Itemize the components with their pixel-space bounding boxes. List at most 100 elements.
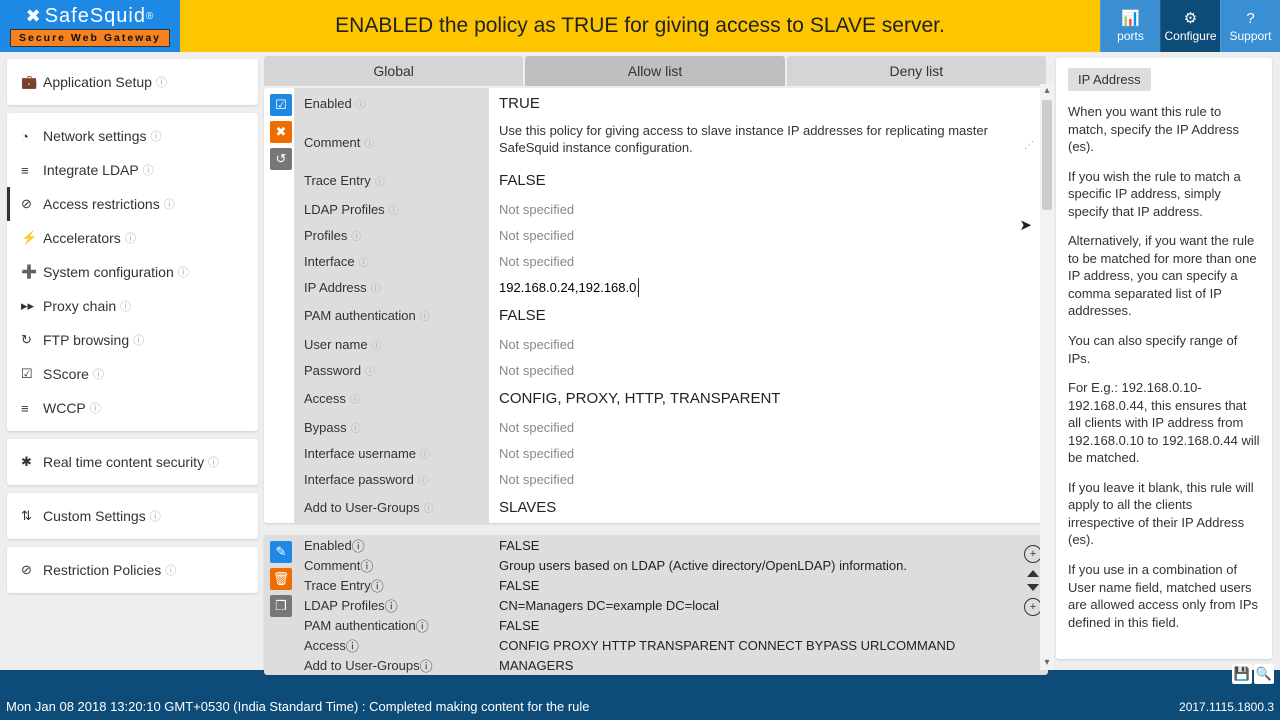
info-icon: ⓘ xyxy=(150,128,161,144)
resize-grip-icon[interactable]: ⋰ xyxy=(1024,140,1034,151)
delete-button[interactable]: 🗑 xyxy=(270,568,292,590)
info-icon: ⓘ xyxy=(125,230,136,246)
field-value-trace[interactable]: FALSE xyxy=(489,165,1048,196)
nav-configure[interactable]: ⚙Configure xyxy=(1160,0,1220,52)
revert-button[interactable]: ↺ xyxy=(270,148,292,170)
chart-icon: 📊 xyxy=(1121,9,1140,27)
info-icon: ⓘ xyxy=(351,228,361,243)
sidebar-item-5[interactable]: ▸▸Proxy chainⓘ xyxy=(7,289,258,323)
rule-collapsed: ✎ 🗑 ❐ Enabled ⓘComment ⓘTrace Entry ⓘLDA… xyxy=(264,535,1048,675)
sliders-icon: ⇅ xyxy=(21,508,43,524)
field-label-bypass: Bypassⓘ xyxy=(294,414,371,440)
sidebar: 💼Application Setupⓘ ◔Network settingsⓘ≡I… xyxy=(0,52,258,670)
field-label-pam: PAM authenticationⓘ xyxy=(294,300,440,331)
info-icon: ⓘ xyxy=(178,264,189,280)
info-icon: ⓘ xyxy=(389,202,399,217)
save-icon[interactable]: 💾 xyxy=(1232,664,1252,684)
field2-label-ldap: LDAP Profiles ⓘ xyxy=(294,595,489,615)
sidebar-item-custom[interactable]: ⇅Custom Settingsⓘ xyxy=(7,499,258,533)
ip-input[interactable] xyxy=(499,278,639,297)
sidebar-item-1[interactable]: ≡Integrate LDAPⓘ xyxy=(7,153,258,187)
nav-ports[interactable]: 📊ports xyxy=(1100,0,1160,52)
help-icon: ? xyxy=(1246,10,1254,27)
status-text: Mon Jan 08 2018 13:20:10 GMT+0530 (India… xyxy=(6,699,590,714)
field-value-pam[interactable]: FALSE xyxy=(489,300,1048,331)
sidebar-item-4[interactable]: ➕System configurationⓘ xyxy=(7,255,258,289)
field-value-ldap: Not specified xyxy=(489,196,1048,222)
wrench-icon: ✖ xyxy=(26,6,42,27)
field-label-profiles: Profilesⓘ xyxy=(294,222,371,248)
info-icon: ⓘ xyxy=(371,576,384,595)
field2-value-access: CONFIG PROXY HTTP TRANSPARENT CONNECT BY… xyxy=(489,635,1018,655)
info-icon: ⓘ xyxy=(371,280,381,295)
field2-label-enabled: Enabled ⓘ xyxy=(294,535,489,555)
field2-label-access: Access ⓘ xyxy=(294,635,489,655)
scroll-up-icon[interactable]: ▴ xyxy=(1040,84,1054,98)
sidebar-item-restriction[interactable]: ⊘Restriction Policiesⓘ xyxy=(7,553,258,587)
scroll-down-icon[interactable]: ▾ xyxy=(1040,656,1054,670)
info-icon: ⓘ xyxy=(365,363,375,378)
info-icon: ⓘ xyxy=(156,74,167,90)
field-value-comment[interactable]: Use this policy for giving access to sla… xyxy=(489,119,1048,165)
field-label-comment: Commentⓘ xyxy=(294,119,384,165)
info-icon: ⓘ xyxy=(424,500,434,515)
sidebar-item-2[interactable]: ⊘Access restrictionsⓘ xyxy=(7,187,258,221)
field-value-access[interactable]: CONFIG, PROXY, HTTP, TRANSPARENT xyxy=(489,383,1048,414)
scrollbar[interactable]: ▴ ▾ xyxy=(1040,84,1054,670)
field2-value-trace: FALSE xyxy=(489,575,1018,595)
info-icon: ⓘ xyxy=(164,196,175,212)
sidebar-item-7[interactable]: ☑SScoreⓘ xyxy=(7,357,258,391)
sidebar-item-rtcs[interactable]: ✱Real time content securityⓘ xyxy=(7,445,258,479)
field2-label-pam: PAM authentication ⓘ xyxy=(294,615,489,635)
scroll-thumb[interactable] xyxy=(1042,100,1052,210)
info-icon: ⓘ xyxy=(420,446,430,461)
field-value-pass: Not specified xyxy=(489,357,1048,383)
field2-value-groups: MANAGERS xyxy=(489,655,1018,675)
info-icon: ⓘ xyxy=(420,656,433,675)
field-label-access: Accessⓘ xyxy=(294,383,370,414)
nav-support[interactable]: ?Support xyxy=(1220,0,1280,52)
sidebar-item-3[interactable]: ⚡Acceleratorsⓘ xyxy=(7,221,258,255)
star-icon: ✱ xyxy=(21,454,43,470)
sidebar-item-appsetup[interactable]: 💼Application Setupⓘ xyxy=(7,65,258,99)
nav-icon: ☑ xyxy=(21,366,43,382)
field-label-ipass: Interface passwordⓘ xyxy=(294,466,438,492)
nav-icon: ≡ xyxy=(21,401,43,416)
edit-button[interactable]: ✎ xyxy=(270,541,292,563)
field2-value-comment: Group users based on LDAP (Active direct… xyxy=(489,555,1018,575)
info-icon: ⓘ xyxy=(351,420,361,435)
confirm-button[interactable]: ☑ xyxy=(270,94,292,116)
search-icon[interactable]: 🔍 xyxy=(1254,664,1274,684)
field-value-groups[interactable]: SLAVES xyxy=(489,492,1048,523)
sidebar-item-6[interactable]: ↻FTP browsingⓘ xyxy=(7,323,258,357)
tab-denylist[interactable]: Deny list xyxy=(787,56,1046,86)
info-icon: ⓘ xyxy=(364,135,374,150)
nav-icon: ⊘ xyxy=(21,196,43,212)
field-value-ipass: Not specified xyxy=(489,466,1048,492)
logo: ✖SafeSquid® Secure Web Gateway xyxy=(0,0,180,52)
tab-global[interactable]: Global xyxy=(264,56,523,86)
gear-icon: ⚙ xyxy=(1184,9,1197,27)
field-value-ip[interactable] xyxy=(489,274,1048,300)
nav-icon: ⚡ xyxy=(21,230,43,246)
tab-allowlist[interactable]: Allow list xyxy=(525,56,784,86)
field-value-iuser: Not specified xyxy=(489,440,1048,466)
sidebar-item-0[interactable]: ◔Network settingsⓘ xyxy=(7,119,258,153)
info-icon: ⓘ xyxy=(375,173,385,188)
info-icon: ⓘ xyxy=(372,337,382,352)
ban-icon: ⊘ xyxy=(21,562,43,578)
info-icon: ⓘ xyxy=(416,616,429,635)
field2-value-enabled: FALSE xyxy=(489,535,1018,555)
field-value-enabled[interactable]: TRUE xyxy=(489,88,1048,119)
cancel-button[interactable]: ✖ xyxy=(270,121,292,143)
move-up-button[interactable] xyxy=(1027,570,1039,577)
sidebar-item-8[interactable]: ≡WCCPⓘ xyxy=(7,391,258,425)
clone-button[interactable]: ❐ xyxy=(270,595,292,617)
field2-label-groups: Add to User-Groups ⓘ xyxy=(294,655,489,675)
field-label-pass: Passwordⓘ xyxy=(294,357,385,383)
move-down-button[interactable] xyxy=(1027,584,1039,591)
info-icon: ⓘ xyxy=(120,298,131,314)
field2-label-trace: Trace Entry ⓘ xyxy=(294,575,489,595)
info-icon: ⓘ xyxy=(352,536,365,555)
send-icon[interactable]: ➤ xyxy=(1019,216,1032,234)
